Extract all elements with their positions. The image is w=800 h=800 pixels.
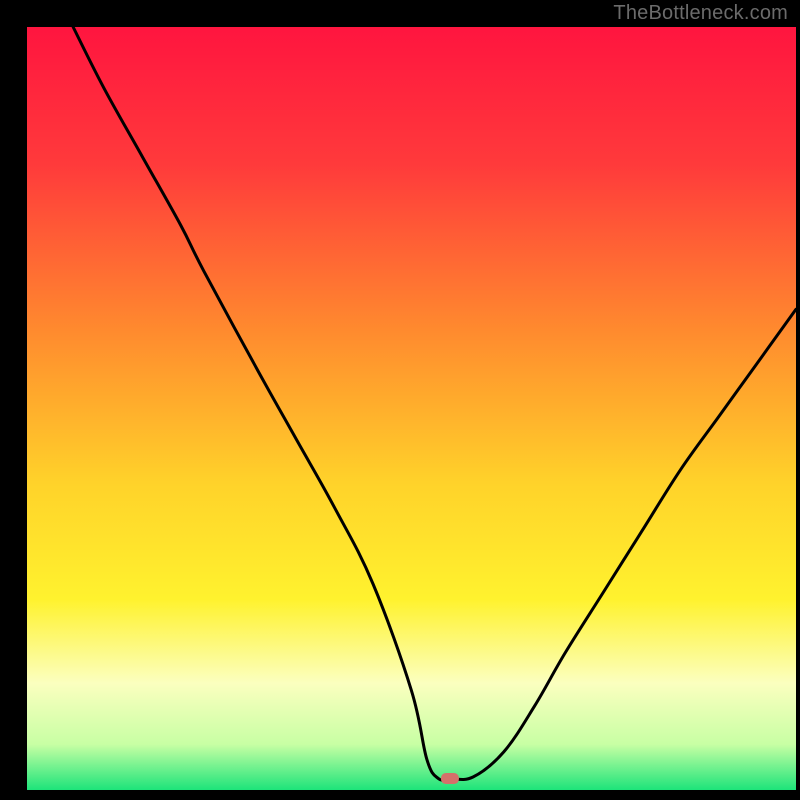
chart-stage: { "watermark": "TheBottleneck.com", "cha… xyxy=(0,0,800,800)
optimum-marker xyxy=(441,773,459,784)
bottleneck-chart xyxy=(0,0,800,800)
watermark-text: TheBottleneck.com xyxy=(613,2,788,25)
gradient-background xyxy=(27,27,796,790)
